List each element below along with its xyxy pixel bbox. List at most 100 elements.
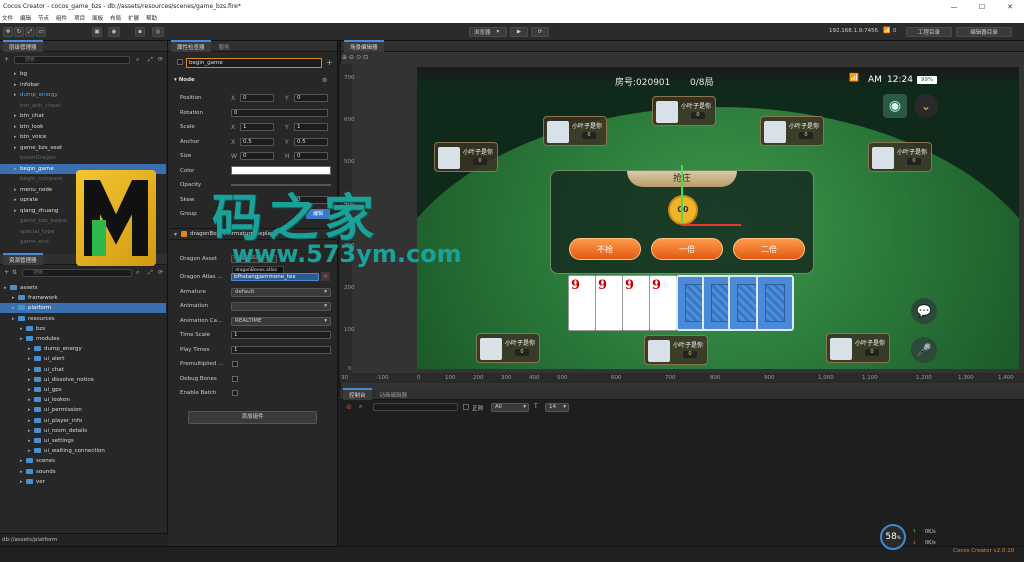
asset-item[interactable]: ▸ scenes [0,456,166,466]
eye-icon[interactable]: ◉ [883,94,907,118]
asset-item[interactable]: ▸ ver [0,477,166,487]
voice-icon[interactable]: 🎤 [911,337,937,363]
regex-checkbox[interactable] [463,404,469,410]
refresh-icon[interactable]: ⟳ [158,56,163,63]
scale-y-input[interactable]: 1 [294,123,328,131]
refresh-button[interactable]: ⟳ [531,27,549,37]
hand-card[interactable]: 9 [622,275,650,331]
asset-item[interactable]: ▸ sounds [0,467,166,477]
center-icon[interactable]: ▪ [135,27,145,37]
position-x-input[interactable]: 0 [240,94,274,102]
animation-select[interactable]: ▾ [231,302,331,311]
search-icon[interactable]: ⌕ [136,269,139,277]
clear-icon[interactable]: ✕ [321,272,330,281]
expand-icon[interactable]: ⤢ [148,269,153,277]
tab-scene-editor[interactable]: 场景编辑器 [344,40,384,52]
zoom-reset-icon[interactable]: ⊙ [356,54,361,61]
anchor-pivot-icon[interactable]: ◉ [108,27,120,37]
hierarchy-node[interactable]: ▸ btn_chat [0,111,166,121]
asset-item[interactable]: ▸ bzs [0,324,166,334]
asset-item[interactable]: ▸ ui_alert [0,354,166,364]
asset-item[interactable]: ▸ dump_energy [0,344,166,354]
asset-item[interactable]: ▸ ui_gps [0,385,166,395]
play-button[interactable]: ▶ [510,27,528,37]
font-size-select[interactable]: 14 ▾ [545,403,569,412]
grab-2x-button[interactable]: 二倍 [733,238,805,260]
move-tool-icon[interactable]: ✥ [3,27,13,37]
tab-inspector[interactable]: 属性检查器 [171,40,211,52]
gear-icon[interactable]: ⚙ [322,77,327,84]
node-active-checkbox[interactable] [177,59,183,65]
color-swatch[interactable] [231,166,331,175]
local-coord-icon[interactable]: ▣ [92,27,102,37]
clear-console-icon[interactable]: ⊘ [346,403,352,411]
tab-animation-editor[interactable]: 动画编辑器 [374,388,414,400]
search-icon[interactable]: ⌕ [136,56,139,64]
menu-layout[interactable]: 布局 [110,14,121,22]
hierarchy-node[interactable]: ▸ infobar [0,80,166,90]
hierarchy-node[interactable]: btn_anti_cheat [0,101,166,111]
game-canvas[interactable]: 房号:020901 0/8局 📶 AM 12:24 99% ◉ ⌄ 小叶子是你 0… [417,67,1019,369]
premultiplied-checkbox[interactable] [232,361,238,367]
tab-console[interactable]: 控制台 [343,388,372,400]
rotation-input[interactable]: 0 [231,109,328,117]
rotate-tool-icon[interactable]: ↻ [14,27,24,37]
refresh-icon[interactable]: ⟳ [158,269,163,276]
add-component-button[interactable]: 添加组件 [188,411,317,424]
hierarchy-node[interactable]: ▸ btn_voice [0,132,166,142]
zoom-out-icon[interactable]: ⊖ [349,54,354,61]
dragon-atlas-field[interactable]: bfhstangjammone_tex [231,273,319,281]
minimize-icon[interactable]: — [940,0,968,13]
hierarchy-node[interactable]: ▸ game_bzs_seat [0,143,166,153]
anim-cache-select[interactable]: REALTIME ▾ [231,317,331,326]
node-name-input[interactable]: begin_game [186,58,322,68]
menu-chevron-icon[interactable]: ⌄ [914,94,938,118]
tab-services[interactable]: 服务 [213,40,236,52]
maximize-icon[interactable]: ☐ [968,0,996,13]
card-back[interactable] [756,275,794,331]
hierarchy-node[interactable]: ▸ btn_look [0,122,166,132]
size-w-input[interactable]: 0 [240,152,274,160]
time-scale-input[interactable]: 1 [231,331,331,339]
asset-item[interactable]: ▸ platform [0,303,166,314]
add-asset-icon[interactable]: + [4,269,9,276]
asset-item[interactable]: ▸ ui_player_info [0,416,166,426]
sort-icon[interactable]: ⇅ [12,269,17,276]
menu-edit[interactable]: 编辑 [20,14,31,22]
add-icon[interactable]: + [326,58,333,67]
asset-item[interactable]: ▸ assets [0,283,166,293]
assets-search-input[interactable]: 搜索... [22,269,132,277]
add-node-icon[interactable]: + [4,56,14,64]
menu-extension[interactable]: 扩展 [128,14,139,22]
play-times-input[interactable]: 1 [231,346,331,354]
menu-project[interactable]: 项目 [74,14,85,22]
project-folder-button[interactable]: 工程目录 [906,27,952,37]
asset-item[interactable]: ▸ ui_lookon [0,395,166,405]
menu-file[interactable]: 文件 [2,14,13,22]
asset-item[interactable]: ▸ ui_settings [0,436,166,446]
hierarchy-node[interactable]: ▸ bg [0,69,166,79]
menu-panel[interactable]: 面板 [92,14,103,22]
position-y-input[interactable]: 0 [294,94,328,102]
grab-1x-button[interactable]: 一倍 [651,238,723,260]
close-icon[interactable]: ✕ [996,0,1024,13]
tab-hierarchy[interactable]: 层级管理器 [3,40,43,52]
asset-item[interactable]: ▸ resources [0,314,166,324]
asset-item[interactable]: ▸ modules [0,334,166,344]
gizmo-icon[interactable]: ◎ [152,27,164,37]
expand-icon[interactable]: ⤢ [148,56,153,64]
hand-card[interactable]: 9 [568,275,596,331]
scale-x-input[interactable]: 1 [240,123,274,131]
asset-item[interactable]: ▸ ui_chat [0,365,166,375]
tab-assets[interactable]: 资源管理器 [3,253,43,265]
asset-item[interactable]: ▸ framework [0,293,166,303]
scale-tool-icon[interactable]: ⤢ [25,27,35,37]
asset-item[interactable]: ▸ ui_dissolve_notice [0,375,166,385]
menu-component[interactable]: 组件 [56,14,67,22]
collapse-icon[interactable]: ▾ [174,231,177,238]
no-grab-button[interactable]: 不抢 [569,238,641,260]
asset-item[interactable]: ▸ ui_room_details [0,426,166,436]
fit-icon[interactable]: ⊡ [363,54,368,61]
asset-item[interactable]: ▸ ui_waiting_connection [0,446,166,456]
component-enabled-checkbox[interactable] [181,231,187,237]
